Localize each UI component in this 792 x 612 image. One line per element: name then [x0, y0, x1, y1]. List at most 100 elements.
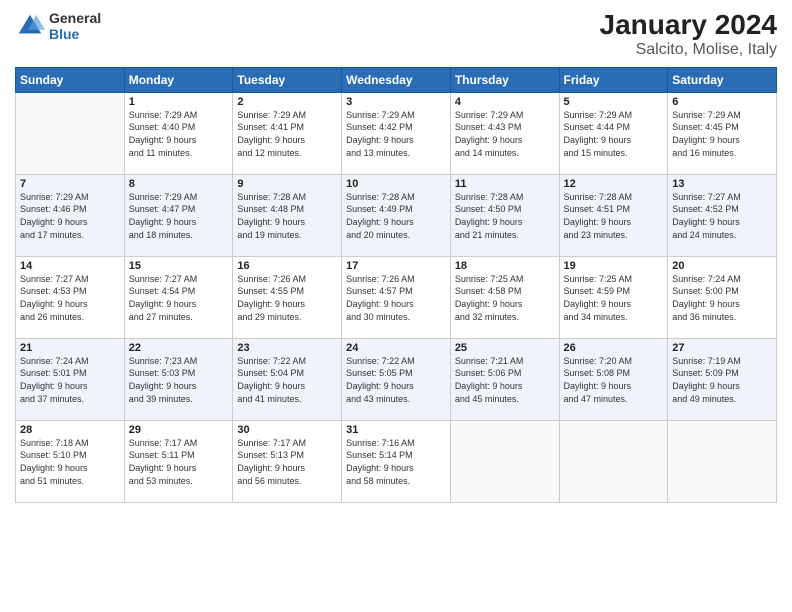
day-number: 11 — [455, 178, 555, 190]
day-info: Sunrise: 7:17 AM Sunset: 5:11 PM Dayligh… — [129, 437, 229, 487]
table-row: 29Sunrise: 7:17 AM Sunset: 5:11 PM Dayli… — [124, 420, 233, 502]
calendar-table: Sunday Monday Tuesday Wednesday Thursday… — [15, 67, 777, 503]
day-info: Sunrise: 7:29 AM Sunset: 4:42 PM Dayligh… — [346, 109, 446, 159]
table-row — [668, 420, 777, 502]
table-row: 1Sunrise: 7:29 AM Sunset: 4:40 PM Daylig… — [124, 92, 233, 174]
day-number: 23 — [237, 342, 337, 354]
table-row — [450, 420, 559, 502]
header: General Blue January 2024 Salcito, Molis… — [15, 10, 777, 59]
day-info: Sunrise: 7:29 AM Sunset: 4:46 PM Dayligh… — [20, 191, 120, 241]
day-info: Sunrise: 7:27 AM Sunset: 4:52 PM Dayligh… — [672, 191, 772, 241]
day-number: 6 — [672, 96, 772, 108]
day-info: Sunrise: 7:22 AM Sunset: 5:05 PM Dayligh… — [346, 355, 446, 405]
day-info: Sunrise: 7:28 AM Sunset: 4:48 PM Dayligh… — [237, 191, 337, 241]
day-info: Sunrise: 7:27 AM Sunset: 4:53 PM Dayligh… — [20, 273, 120, 323]
day-info: Sunrise: 7:22 AM Sunset: 5:04 PM Dayligh… — [237, 355, 337, 405]
day-info: Sunrise: 7:28 AM Sunset: 4:49 PM Dayligh… — [346, 191, 446, 241]
calendar-week-1: 1Sunrise: 7:29 AM Sunset: 4:40 PM Daylig… — [16, 92, 777, 174]
table-row: 20Sunrise: 7:24 AM Sunset: 5:00 PM Dayli… — [668, 256, 777, 338]
day-number: 10 — [346, 178, 446, 190]
day-number: 8 — [129, 178, 229, 190]
logo-blue-text: Blue — [49, 26, 101, 42]
col-thursday: Thursday — [450, 67, 559, 92]
col-monday: Monday — [124, 67, 233, 92]
day-number: 17 — [346, 260, 446, 272]
col-friday: Friday — [559, 67, 668, 92]
page-subtitle: Salcito, Molise, Italy — [600, 41, 777, 59]
day-number: 7 — [20, 178, 120, 190]
day-info: Sunrise: 7:28 AM Sunset: 4:50 PM Dayligh… — [455, 191, 555, 241]
day-info: Sunrise: 7:29 AM Sunset: 4:44 PM Dayligh… — [564, 109, 664, 159]
day-info: Sunrise: 7:28 AM Sunset: 4:51 PM Dayligh… — [564, 191, 664, 241]
calendar-header-row: Sunday Monday Tuesday Wednesday Thursday… — [16, 67, 777, 92]
day-info: Sunrise: 7:25 AM Sunset: 4:58 PM Dayligh… — [455, 273, 555, 323]
table-row: 17Sunrise: 7:26 AM Sunset: 4:57 PM Dayli… — [342, 256, 451, 338]
day-info: Sunrise: 7:29 AM Sunset: 4:40 PM Dayligh… — [129, 109, 229, 159]
col-sunday: Sunday — [16, 67, 125, 92]
day-number: 13 — [672, 178, 772, 190]
day-info: Sunrise: 7:27 AM Sunset: 4:54 PM Dayligh… — [129, 273, 229, 323]
day-number: 5 — [564, 96, 664, 108]
table-row: 11Sunrise: 7:28 AM Sunset: 4:50 PM Dayli… — [450, 174, 559, 256]
day-info: Sunrise: 7:20 AM Sunset: 5:08 PM Dayligh… — [564, 355, 664, 405]
table-row: 2Sunrise: 7:29 AM Sunset: 4:41 PM Daylig… — [233, 92, 342, 174]
table-row: 7Sunrise: 7:29 AM Sunset: 4:46 PM Daylig… — [16, 174, 125, 256]
page: General Blue January 2024 Salcito, Molis… — [0, 0, 792, 612]
table-row: 26Sunrise: 7:20 AM Sunset: 5:08 PM Dayli… — [559, 338, 668, 420]
logo-icon — [15, 11, 45, 41]
day-info: Sunrise: 7:25 AM Sunset: 4:59 PM Dayligh… — [564, 273, 664, 323]
table-row: 30Sunrise: 7:17 AM Sunset: 5:13 PM Dayli… — [233, 420, 342, 502]
day-number: 3 — [346, 96, 446, 108]
day-info: Sunrise: 7:19 AM Sunset: 5:09 PM Dayligh… — [672, 355, 772, 405]
table-row — [16, 92, 125, 174]
table-row: 9Sunrise: 7:28 AM Sunset: 4:48 PM Daylig… — [233, 174, 342, 256]
day-number: 4 — [455, 96, 555, 108]
table-row — [559, 420, 668, 502]
table-row: 22Sunrise: 7:23 AM Sunset: 5:03 PM Dayli… — [124, 338, 233, 420]
table-row: 21Sunrise: 7:24 AM Sunset: 5:01 PM Dayli… — [16, 338, 125, 420]
day-number: 2 — [237, 96, 337, 108]
day-info: Sunrise: 7:24 AM Sunset: 5:01 PM Dayligh… — [20, 355, 120, 405]
table-row: 16Sunrise: 7:26 AM Sunset: 4:55 PM Dayli… — [233, 256, 342, 338]
calendar-week-4: 21Sunrise: 7:24 AM Sunset: 5:01 PM Dayli… — [16, 338, 777, 420]
calendar-week-3: 14Sunrise: 7:27 AM Sunset: 4:53 PM Dayli… — [16, 256, 777, 338]
logo: General Blue — [15, 10, 101, 42]
day-info: Sunrise: 7:29 AM Sunset: 4:45 PM Dayligh… — [672, 109, 772, 159]
day-number: 29 — [129, 424, 229, 436]
day-number: 24 — [346, 342, 446, 354]
table-row: 6Sunrise: 7:29 AM Sunset: 4:45 PM Daylig… — [668, 92, 777, 174]
table-row: 14Sunrise: 7:27 AM Sunset: 4:53 PM Dayli… — [16, 256, 125, 338]
table-row: 5Sunrise: 7:29 AM Sunset: 4:44 PM Daylig… — [559, 92, 668, 174]
table-row: 27Sunrise: 7:19 AM Sunset: 5:09 PM Dayli… — [668, 338, 777, 420]
col-saturday: Saturday — [668, 67, 777, 92]
day-info: Sunrise: 7:18 AM Sunset: 5:10 PM Dayligh… — [20, 437, 120, 487]
table-row: 25Sunrise: 7:21 AM Sunset: 5:06 PM Dayli… — [450, 338, 559, 420]
table-row: 24Sunrise: 7:22 AM Sunset: 5:05 PM Dayli… — [342, 338, 451, 420]
logo-general-text: General — [49, 10, 101, 26]
day-number: 1 — [129, 96, 229, 108]
day-number: 19 — [564, 260, 664, 272]
day-number: 27 — [672, 342, 772, 354]
day-info: Sunrise: 7:26 AM Sunset: 4:55 PM Dayligh… — [237, 273, 337, 323]
table-row: 8Sunrise: 7:29 AM Sunset: 4:47 PM Daylig… — [124, 174, 233, 256]
table-row: 23Sunrise: 7:22 AM Sunset: 5:04 PM Dayli… — [233, 338, 342, 420]
table-row: 28Sunrise: 7:18 AM Sunset: 5:10 PM Dayli… — [16, 420, 125, 502]
table-row: 15Sunrise: 7:27 AM Sunset: 4:54 PM Dayli… — [124, 256, 233, 338]
table-row: 3Sunrise: 7:29 AM Sunset: 4:42 PM Daylig… — [342, 92, 451, 174]
calendar-week-5: 28Sunrise: 7:18 AM Sunset: 5:10 PM Dayli… — [16, 420, 777, 502]
day-number: 28 — [20, 424, 120, 436]
day-number: 15 — [129, 260, 229, 272]
day-number: 18 — [455, 260, 555, 272]
day-info: Sunrise: 7:17 AM Sunset: 5:13 PM Dayligh… — [237, 437, 337, 487]
day-number: 14 — [20, 260, 120, 272]
day-number: 16 — [237, 260, 337, 272]
day-number: 25 — [455, 342, 555, 354]
table-row: 4Sunrise: 7:29 AM Sunset: 4:43 PM Daylig… — [450, 92, 559, 174]
day-number: 26 — [564, 342, 664, 354]
day-info: Sunrise: 7:29 AM Sunset: 4:43 PM Dayligh… — [455, 109, 555, 159]
day-number: 22 — [129, 342, 229, 354]
day-info: Sunrise: 7:23 AM Sunset: 5:03 PM Dayligh… — [129, 355, 229, 405]
calendar-week-2: 7Sunrise: 7:29 AM Sunset: 4:46 PM Daylig… — [16, 174, 777, 256]
table-row: 18Sunrise: 7:25 AM Sunset: 4:58 PM Dayli… — [450, 256, 559, 338]
table-row: 12Sunrise: 7:28 AM Sunset: 4:51 PM Dayli… — [559, 174, 668, 256]
